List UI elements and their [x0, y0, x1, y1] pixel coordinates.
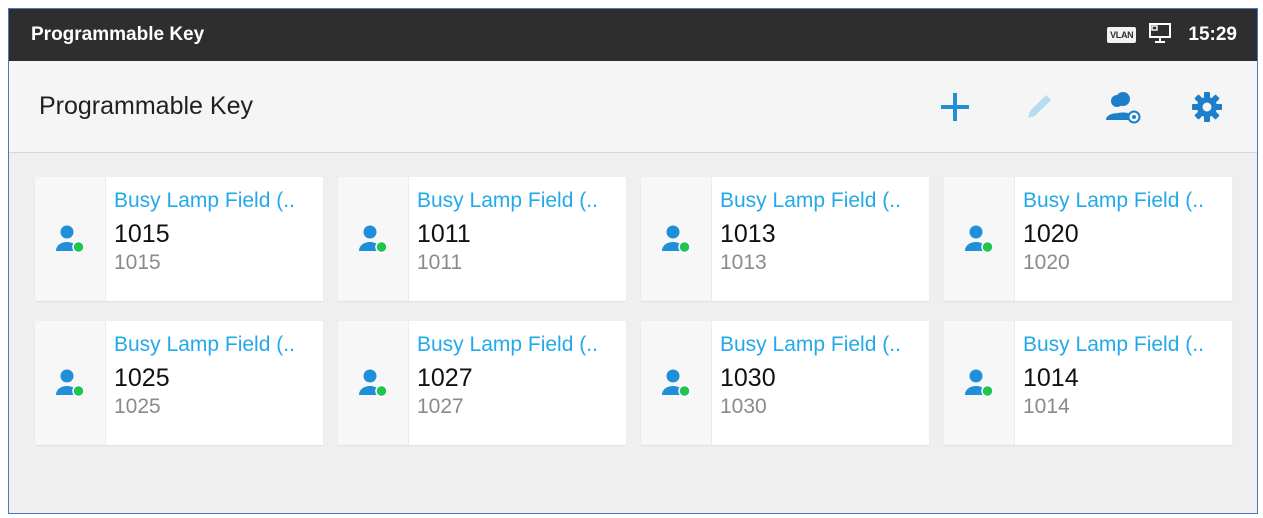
- key-number: 1011: [417, 251, 463, 274]
- page-title: Programmable Key: [39, 92, 253, 120]
- card-body: Busy Lamp Field (.. 1014 1014: [1015, 321, 1232, 445]
- key-card[interactable]: Busy Lamp Field (.. 1027 1027: [338, 321, 626, 445]
- page-header: Programmable Key: [9, 61, 1257, 153]
- card-icon-area: [338, 177, 409, 301]
- key-card[interactable]: Busy Lamp Field (.. 1011 1011: [338, 177, 626, 301]
- add-button[interactable]: [935, 87, 975, 127]
- app-window: Programmable Key VLAN 15:29 Programmable…: [8, 8, 1258, 514]
- key-card[interactable]: Busy Lamp Field (.. 1020 1020: [944, 177, 1232, 301]
- card-body: Busy Lamp Field (.. 1025 1025: [106, 321, 323, 445]
- key-type: Busy Lamp Field (..: [1023, 333, 1204, 356]
- key-number: 1025: [114, 395, 161, 418]
- add-icon: [941, 92, 969, 121]
- key-name: 1025: [114, 364, 170, 392]
- card-icon-area: [641, 177, 712, 301]
- card-icon-area: [35, 321, 106, 445]
- vlan-icon: VLAN: [1107, 27, 1137, 43]
- card-body: Busy Lamp Field (.. 1011 1011: [409, 177, 626, 301]
- card-icon-area: [35, 177, 106, 301]
- contact-online-icon: [662, 225, 691, 254]
- contact-online-icon: [56, 225, 85, 254]
- key-number: 1020: [1023, 251, 1070, 274]
- settings-icon: [1192, 91, 1222, 122]
- contact-online-icon: [56, 369, 85, 398]
- ethernet-icon: [1148, 22, 1172, 49]
- status-indicators: VLAN 15:29: [1107, 22, 1237, 49]
- contacts-monitor-button[interactable]: [1103, 87, 1143, 127]
- key-number: 1015: [114, 251, 161, 274]
- edit-icon: [1028, 94, 1051, 118]
- key-number: 1013: [720, 251, 767, 274]
- contacts-monitor-icon: [1106, 91, 1141, 123]
- status-bar: Programmable Key VLAN 15:29: [9, 9, 1257, 61]
- key-grid: Busy Lamp Field (.. 1015 1015 Busy Lamp …: [35, 177, 1232, 445]
- key-name: 1027: [417, 364, 473, 392]
- card-icon-area: [641, 321, 712, 445]
- key-card[interactable]: Busy Lamp Field (.. 1025 1025: [35, 321, 323, 445]
- contact-online-icon: [965, 369, 994, 398]
- card-body: Busy Lamp Field (.. 1013 1013: [712, 177, 929, 301]
- card-body: Busy Lamp Field (.. 1020 1020: [1015, 177, 1232, 301]
- card-icon-area: [944, 321, 1015, 445]
- card-body: Busy Lamp Field (.. 1027 1027: [409, 321, 626, 445]
- card-icon-area: [338, 321, 409, 445]
- key-name: 1020: [1023, 220, 1079, 248]
- key-card[interactable]: Busy Lamp Field (.. 1013 1013: [641, 177, 929, 301]
- toolbar: [935, 87, 1227, 127]
- key-card[interactable]: Busy Lamp Field (.. 1015 1015: [35, 177, 323, 301]
- card-body: Busy Lamp Field (.. 1030 1030: [712, 321, 929, 445]
- key-type: Busy Lamp Field (..: [720, 189, 901, 212]
- settings-button[interactable]: [1187, 87, 1227, 127]
- edit-button[interactable]: [1019, 87, 1059, 127]
- contact-online-icon: [662, 369, 691, 398]
- card-body: Busy Lamp Field (.. 1015 1015: [106, 177, 323, 301]
- key-type: Busy Lamp Field (..: [1023, 189, 1204, 212]
- key-card[interactable]: Busy Lamp Field (.. 1030 1030: [641, 321, 929, 445]
- key-type: Busy Lamp Field (..: [114, 333, 295, 356]
- key-card[interactable]: Busy Lamp Field (.. 1014 1014: [944, 321, 1232, 445]
- key-name: 1013: [720, 220, 776, 248]
- contact-online-icon: [359, 369, 388, 398]
- key-number: 1027: [417, 395, 464, 418]
- key-type: Busy Lamp Field (..: [114, 189, 295, 212]
- key-type: Busy Lamp Field (..: [720, 333, 901, 356]
- key-number: 1014: [1023, 395, 1070, 418]
- key-number: 1030: [720, 395, 767, 418]
- key-name: 1014: [1023, 364, 1079, 392]
- key-name: 1015: [114, 220, 170, 248]
- key-type: Busy Lamp Field (..: [417, 333, 598, 356]
- card-icon-area: [944, 177, 1015, 301]
- clock: 15:29: [1188, 24, 1237, 45]
- key-name: 1011: [417, 220, 471, 248]
- contact-online-icon: [359, 225, 388, 254]
- contact-online-icon: [965, 225, 994, 254]
- key-type: Busy Lamp Field (..: [417, 189, 598, 212]
- status-bar-title: Programmable Key: [31, 24, 205, 45]
- key-name: 1030: [720, 364, 776, 392]
